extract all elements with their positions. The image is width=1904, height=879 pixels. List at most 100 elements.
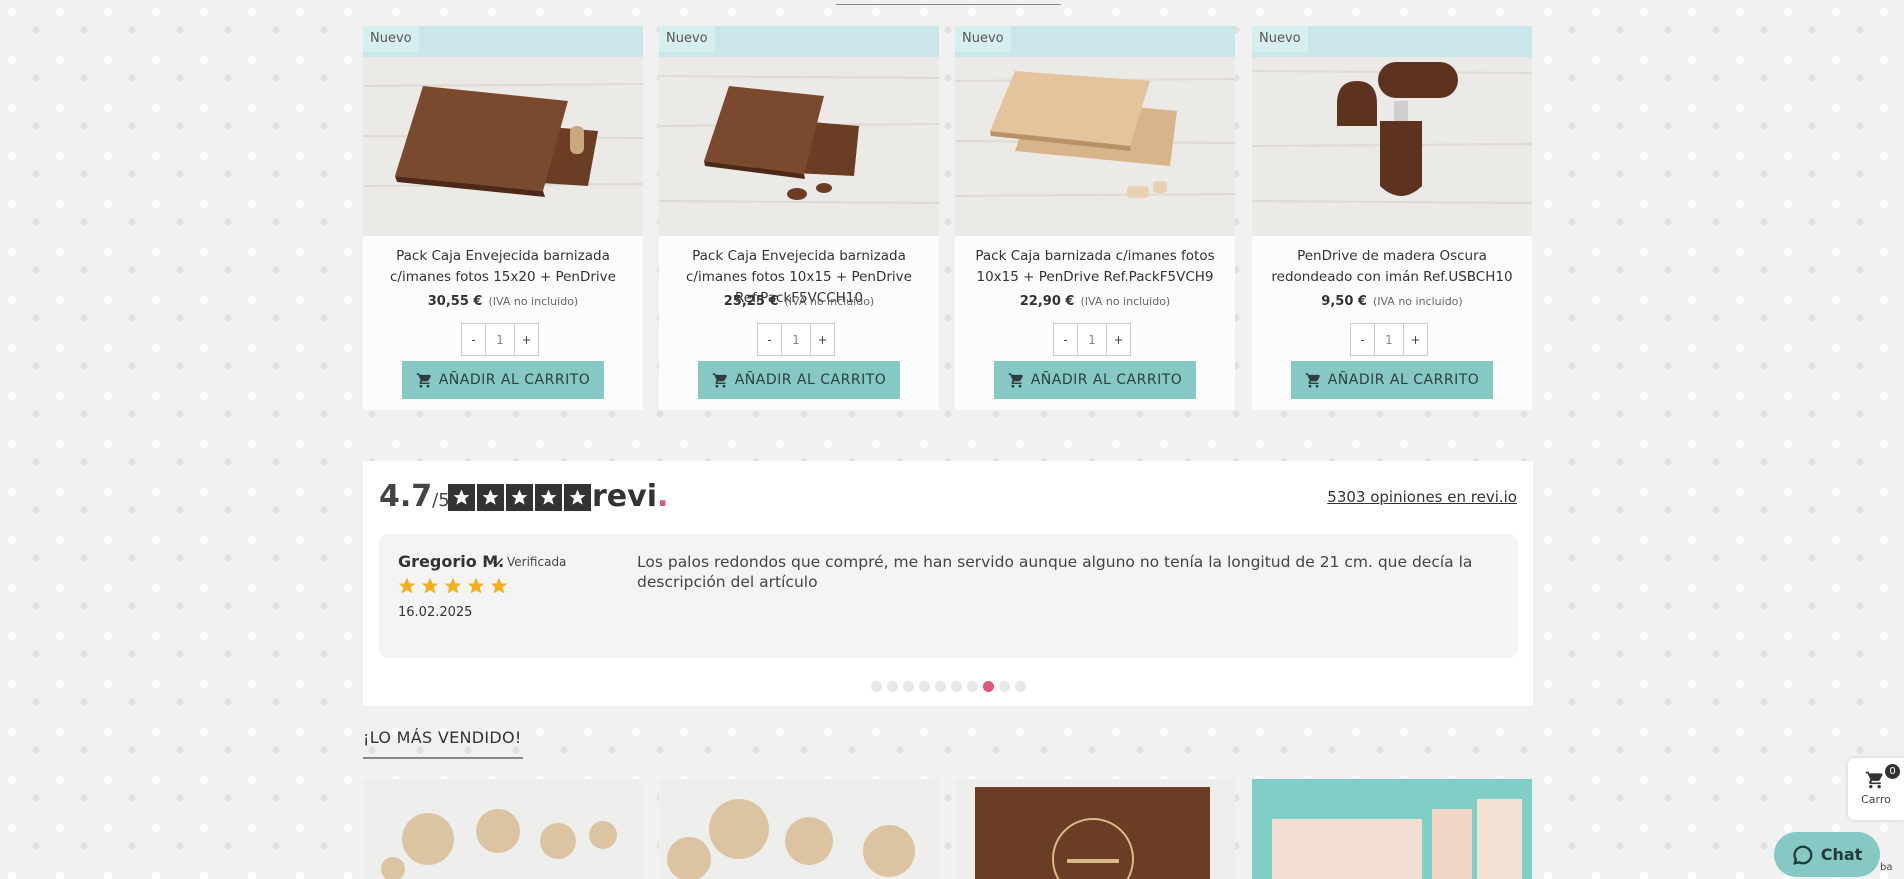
product-image[interactable]: [955, 26, 1235, 236]
cart-icon: [416, 372, 431, 388]
best-sellers-row: [363, 779, 1533, 879]
product-image[interactable]: [363, 26, 643, 236]
product-name[interactable]: Pack Caja Envejecida barnizada c/imanes …: [367, 246, 639, 288]
verified-label: Verificada: [507, 555, 567, 569]
best-seller-image[interactable]: [363, 779, 643, 879]
review-stars: [397, 576, 509, 596]
star-icon: [506, 484, 533, 511]
cart-icon: [1865, 771, 1883, 789]
cart-label: Carro: [1861, 793, 1891, 806]
quantity-stepper: - 1 +: [461, 323, 539, 356]
reviewer-name: Gregorio M.: [398, 552, 505, 571]
carousel-dot[interactable]: [871, 681, 882, 692]
star-icon: [564, 484, 591, 511]
revi-dot: .: [656, 479, 669, 514]
new-badge: Nuevo: [955, 26, 1011, 52]
product-name[interactable]: Pack Caja barnizada c/imanes fotos 10x15…: [959, 246, 1231, 288]
star-icon: [448, 484, 475, 511]
star-icon: [398, 577, 416, 594]
cart-widget[interactable]: 0 Carro: [1848, 758, 1904, 820]
star-icon: [535, 484, 562, 511]
new-badge: Nuevo: [659, 26, 715, 52]
qty-input[interactable]: 1: [485, 324, 515, 355]
quantity-stepper: - 1 +: [1053, 323, 1131, 356]
rating-value: 4.7: [379, 479, 433, 514]
new-badge: Nuevo: [363, 26, 419, 52]
revi-brand: revi: [592, 479, 657, 514]
carousel-dot[interactable]: [887, 681, 898, 692]
reviews-widget: 4.7/5 revi. 5303 opiniones en revi.io Gr…: [363, 461, 1533, 706]
product-card: Nuevo Pack Caja Envejecida barnizada c/i…: [659, 26, 939, 410]
product-image[interactable]: [659, 26, 939, 236]
qty-increase-button[interactable]: +: [811, 324, 834, 355]
review-text: Los palos redondos que compré, me han se…: [637, 553, 1473, 591]
add-to-cart-button[interactable]: AÑADIR AL CARRITO: [402, 361, 604, 399]
carousel-dot[interactable]: [951, 681, 962, 692]
qty-decrease-button[interactable]: -: [462, 324, 485, 355]
product-name[interactable]: PenDrive de madera Oscura redondeado con…: [1256, 246, 1528, 288]
price-row: 9,50 € (IVA no incluido): [1252, 294, 1532, 309]
star-icon: [467, 577, 485, 594]
qty-input[interactable]: 1: [781, 324, 811, 355]
carousel-dot[interactable]: [903, 681, 914, 692]
star-icon: [444, 577, 462, 594]
carousel-dot[interactable]: [967, 681, 978, 692]
carousel-dot[interactable]: [999, 681, 1010, 692]
star-icon: [490, 577, 508, 594]
rating-score: 4.7/5: [379, 479, 450, 514]
best-seller-image[interactable]: [1252, 779, 1532, 879]
qty-increase-button[interactable]: +: [515, 324, 538, 355]
cart-count-badge: 0: [1885, 764, 1900, 779]
add-to-cart-button[interactable]: AÑADIR AL CARRITO: [1291, 361, 1493, 399]
price-row: 30,55 € (IVA no incluido): [363, 294, 643, 309]
product-price: 22,90 €: [1019, 294, 1075, 309]
new-badge: Nuevo: [1252, 26, 1308, 52]
review-card: Gregorio M. Verificada 16.02.2025 Los pa…: [379, 534, 1518, 658]
vat-note: (IVA no incluido): [1080, 295, 1171, 308]
revi-logo[interactable]: revi.: [592, 479, 668, 514]
review-date: 16.02.2025: [398, 605, 473, 620]
carousel-dot[interactable]: [1015, 681, 1026, 692]
best-seller-image[interactable]: [659, 779, 939, 879]
price-row: 22,90 € (IVA no incluido): [955, 294, 1235, 309]
add-to-cart-button[interactable]: AÑADIR AL CARRITO: [994, 361, 1196, 399]
qty-input[interactable]: 1: [1077, 324, 1107, 355]
best-seller-image[interactable]: [955, 779, 1235, 879]
chat-button[interactable]: Chat: [1774, 832, 1880, 877]
carousel-dots: [871, 681, 1026, 692]
product-price: 9,50 €: [1321, 294, 1367, 309]
product-image[interactable]: [1252, 26, 1532, 236]
check-icon: [492, 557, 504, 567]
carousel-dot-active[interactable]: [983, 681, 994, 692]
add-to-cart-label: AÑADIR AL CARRITO: [1327, 372, 1480, 388]
chat-extra-text: ba: [1880, 862, 1893, 873]
qty-increase-button[interactable]: +: [1107, 324, 1130, 355]
qty-input[interactable]: 1: [1374, 324, 1404, 355]
vat-note: (IVA no incluido): [488, 295, 579, 308]
add-to-cart-button[interactable]: AÑADIR AL CARRITO: [698, 361, 900, 399]
verified-badge: Verificada: [492, 555, 566, 569]
product-card: Nuevo Pack Caja Envejecida barnizada c/i…: [363, 26, 643, 410]
product-price: 30,55 €: [427, 294, 483, 309]
qty-decrease-button[interactable]: -: [1351, 324, 1374, 355]
product-price: 25,25 €: [723, 294, 779, 309]
carousel-dot[interactable]: [935, 681, 946, 692]
product-card: Nuevo Pack Caja barnizada c/imanes fotos…: [955, 26, 1235, 410]
qty-decrease-button[interactable]: -: [758, 324, 781, 355]
opinions-link[interactable]: 5303 opiniones en revi.io: [1327, 488, 1517, 506]
best-sellers-title: ¡LO MÁS VENDIDO!: [363, 728, 522, 747]
quantity-stepper: - 1 +: [757, 323, 835, 356]
qty-decrease-button[interactable]: -: [1054, 324, 1077, 355]
carousel-dot[interactable]: [919, 681, 930, 692]
add-to-cart-label: AÑADIR AL CARRITO: [734, 372, 887, 388]
cart-icon: [712, 372, 727, 388]
product-card: Nuevo PenDrive de madera Oscura redondea…: [1252, 26, 1532, 410]
vat-note: (IVA no incluido): [1372, 295, 1463, 308]
cart-icon: [1008, 372, 1023, 388]
vat-note: (IVA no incluido): [784, 295, 875, 308]
cart-icon: [1305, 372, 1320, 388]
add-to-cart-label: AÑADIR AL CARRITO: [1030, 372, 1183, 388]
quantity-stepper: - 1 +: [1350, 323, 1428, 356]
qty-increase-button[interactable]: +: [1404, 324, 1427, 355]
star-icon: [421, 577, 439, 594]
